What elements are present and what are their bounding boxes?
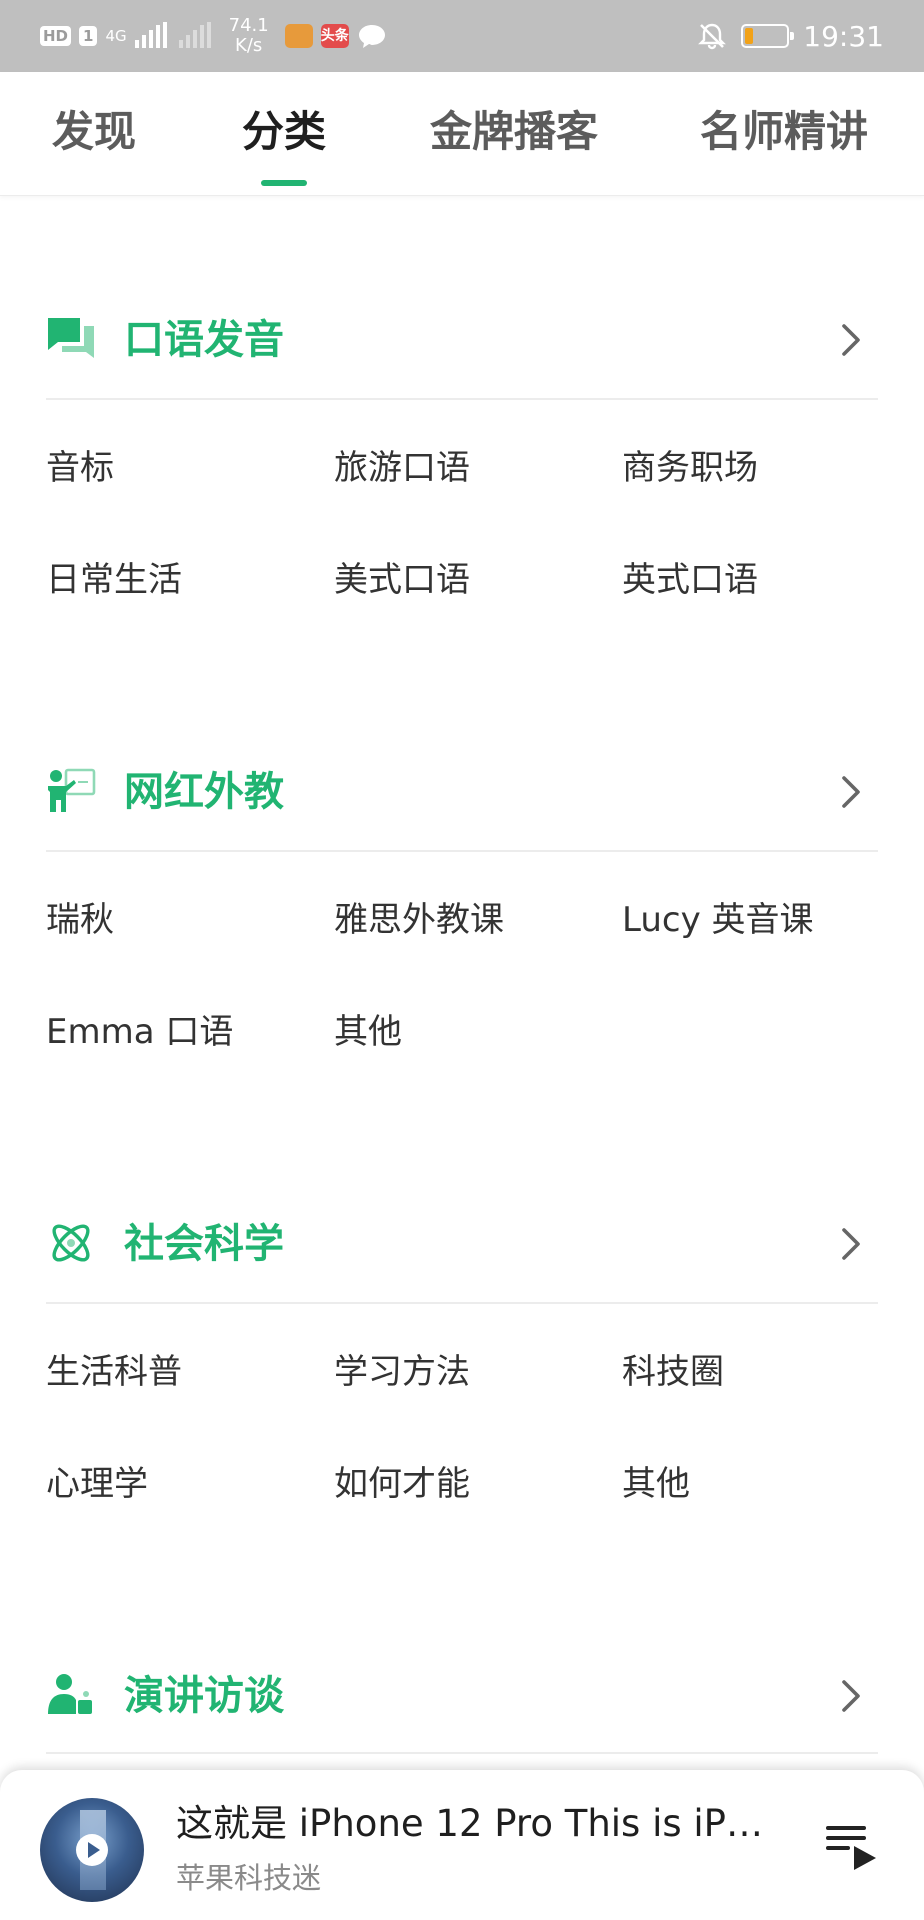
signal-empty-icon: [178, 22, 215, 50]
category-item[interactable]: 英式口语: [622, 558, 758, 602]
shield-app-icon: [284, 24, 313, 48]
now-playing-title[interactable]: 这就是 iPhone 12 Pro This is iPho…: [176, 1800, 776, 1848]
network-speed: 74.1 K/s: [229, 16, 269, 56]
signal-strength-icon: [134, 22, 171, 50]
section-title: 口语发音: [124, 317, 284, 363]
section-title: 网红外教: [124, 769, 284, 815]
network-type: 4G: [105, 27, 127, 45]
atom-icon: [52, 1224, 90, 1262]
tab-gold-podcast[interactable]: 金牌播客: [430, 106, 598, 158]
chevron-right-icon: [842, 776, 860, 808]
active-tab-indicator: [261, 180, 307, 186]
playlist-icon[interactable]: [822, 1818, 878, 1874]
section-header-speaking[interactable]: 口语发音: [46, 302, 878, 382]
section-title: 社会科学: [124, 1221, 284, 1267]
chevron-right-icon: [842, 324, 860, 356]
section-divider: [46, 398, 878, 400]
category-item[interactable]: Emma 口语: [46, 1010, 233, 1054]
status-bar: HD 1 4G 74.1 K/s 头条 19:31: [0, 0, 924, 72]
now-playing-channel: 苹果科技迷: [176, 1861, 322, 1895]
category-item[interactable]: 旅游口语: [334, 446, 470, 490]
battery-icon: [741, 24, 795, 48]
teacher-board-icon: [48, 768, 96, 812]
section-divider: [46, 1302, 878, 1304]
speed-unit: K/s: [235, 35, 263, 56]
chevron-right-icon: [842, 1228, 860, 1260]
category-item[interactable]: 心理学: [46, 1462, 148, 1506]
category-item[interactable]: 生活科普: [46, 1350, 182, 1394]
category-tabs: 发现 分类 金牌播客 名师精讲: [0, 72, 924, 196]
tab-discover[interactable]: 发现: [52, 106, 136, 158]
category-item[interactable]: 雅思外教课: [334, 898, 504, 942]
clock: 19:31: [803, 19, 884, 53]
section-divider: [46, 1752, 878, 1754]
chat-bubbles-icon: [48, 318, 94, 358]
category-item[interactable]: 学习方法: [334, 1350, 470, 1394]
bell-muted-icon: [698, 23, 727, 50]
speaker-podium-icon: [48, 1674, 92, 1714]
section-divider: [46, 850, 878, 852]
category-item[interactable]: Lucy 英音课: [622, 898, 814, 942]
section-title: 演讲访谈: [124, 1673, 284, 1719]
hd-badge: HD: [40, 26, 72, 46]
section-header-social-science[interactable]: 社会科学: [46, 1206, 878, 1286]
category-item[interactable]: 其他: [622, 1462, 690, 1506]
battery-level: [745, 28, 754, 44]
section-header-speeches-interviews[interactable]: 演讲访谈: [46, 1658, 878, 1738]
category-item[interactable]: 其他: [334, 1010, 402, 1054]
sim-badge: 1: [79, 26, 98, 46]
status-left: HD 1 4G 74.1 K/s 头条: [40, 16, 387, 56]
status-right: 19:31: [697, 18, 884, 54]
category-item[interactable]: 商务职场: [622, 446, 758, 490]
chat-bubble-icon: [358, 25, 385, 48]
section-header-influencer-teachers[interactable]: 网红外教: [46, 754, 878, 834]
category-item[interactable]: 瑞秋: [46, 898, 114, 942]
album-cover[interactable]: [40, 1798, 144, 1902]
category-item[interactable]: 美式口语: [334, 558, 470, 602]
play-icon[interactable]: [76, 1834, 108, 1866]
category-item[interactable]: 日常生活: [46, 558, 182, 602]
tab-categories[interactable]: 分类: [242, 106, 326, 158]
category-item[interactable]: 音标: [46, 446, 114, 490]
news-app-icon: 头条: [320, 24, 349, 48]
category-item[interactable]: 如何才能: [334, 1462, 470, 1506]
category-item[interactable]: 科技圈: [622, 1350, 724, 1394]
mini-player[interactable]: 这就是 iPhone 12 Pro This is iPho… 苹果科技迷: [0, 1770, 924, 1920]
tab-famous-teachers[interactable]: 名师精讲: [700, 106, 868, 158]
speed-value: 74.1: [228, 15, 269, 36]
chevron-right-icon: [842, 1680, 860, 1712]
